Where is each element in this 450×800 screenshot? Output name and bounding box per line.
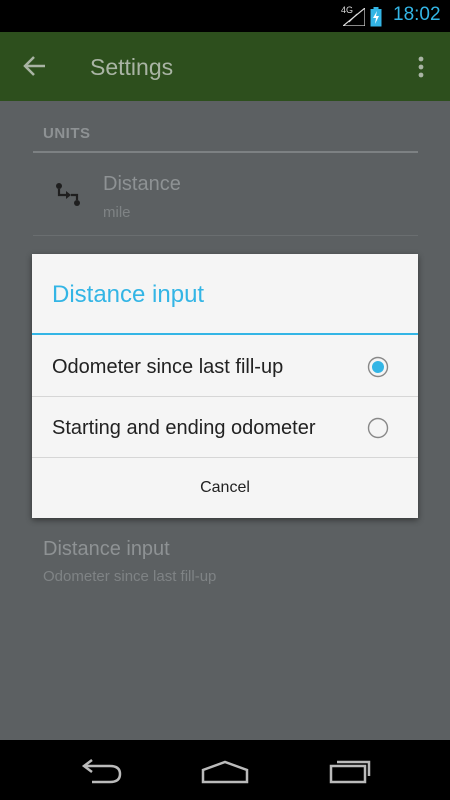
distance-icon: [56, 183, 80, 206]
section-divider: [33, 151, 418, 153]
option-starting-and-ending-odometer[interactable]: Starting and ending odometer: [32, 397, 418, 457]
cancel-button[interactable]: Cancel: [32, 458, 418, 518]
pref-distance-input[interactable]: Distance input Odometer since last fill-…: [33, 526, 418, 596]
pref-distance-summary: mile: [103, 204, 131, 221]
pref-distance[interactable]: Distance mile: [33, 155, 418, 235]
dialog-title-divider: [32, 333, 418, 335]
nav-back-icon[interactable]: [76, 758, 124, 786]
signal-icon: [343, 8, 365, 26]
pref-distance-label: Distance: [103, 173, 181, 195]
pref-distance-input-label: Distance input: [43, 538, 170, 560]
option-odometer-since-last-fillup[interactable]: Odometer since last fill-up: [32, 336, 418, 396]
radio-unselected-icon[interactable]: [367, 417, 389, 439]
option-label: Starting and ending odometer: [52, 417, 316, 439]
navigation-bar: [0, 740, 450, 800]
section-header-units: UNITS: [43, 125, 91, 142]
cancel-button-label: Cancel: [200, 479, 250, 496]
clock: 18:02: [393, 4, 441, 25]
app-bar: Settings: [0, 32, 450, 101]
arrow-back-icon[interactable]: [22, 54, 48, 78]
option-label: Odometer since last fill-up: [52, 356, 284, 378]
dialog-title: Distance input: [52, 281, 205, 308]
pref-divider: [33, 235, 418, 236]
battery-charging-icon: [370, 7, 382, 27]
nav-home-icon[interactable]: [199, 758, 251, 784]
pref-distance-input-summary: Odometer since last fill-up: [43, 568, 217, 585]
distance-input-dialog: Distance input Odometer since last fill-…: [32, 254, 418, 518]
status-bar: 4G 18:02: [0, 0, 450, 32]
overflow-menu-icon[interactable]: [414, 55, 428, 79]
nav-recents-icon[interactable]: [327, 756, 375, 784]
page-title: Settings: [90, 54, 174, 80]
radio-selected-icon[interactable]: [367, 356, 389, 378]
